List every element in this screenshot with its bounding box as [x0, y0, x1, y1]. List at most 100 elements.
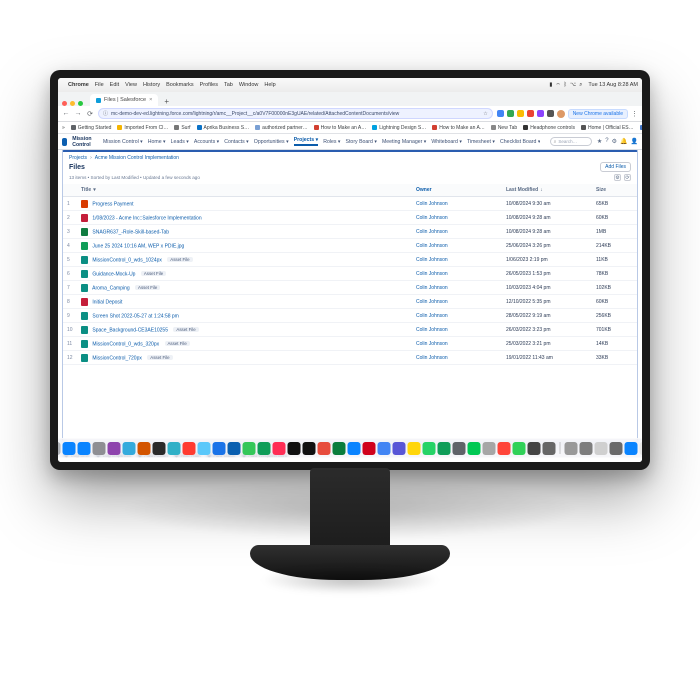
dock-app-icon[interactable] — [408, 442, 421, 455]
table-row[interactable]: 5 MissionControl_0_wds_1024px Asset File… — [63, 253, 637, 267]
mac-menu-item[interactable]: Window — [239, 82, 259, 88]
nav-tab-contacts[interactable]: Contacts ▾ — [224, 139, 249, 145]
file-title-link[interactable]: June 25 2024 10:16 AM, WEP x PDIE.jpg — [92, 243, 184, 249]
file-title-cell[interactable]: MissionControl_0_wds_320px Asset File — [77, 337, 412, 351]
nav-tab-roles[interactable]: Roles ▾ — [323, 139, 340, 145]
dock-app-icon[interactable] — [348, 442, 361, 455]
table-row[interactable]: 4 June 25 2024 10:16 AM, WEP x PDIE.jpg … — [63, 239, 637, 253]
extension-icon[interactable] — [517, 110, 524, 117]
notifications-bell-icon[interactable]: 🔔 — [620, 138, 627, 145]
bookmark-item[interactable]: Getting Started — [71, 125, 112, 131]
file-owner-link[interactable]: Colin Johnson — [412, 309, 502, 323]
extension-icon[interactable] — [507, 110, 514, 117]
spotlight-icon[interactable]: ⌕ — [579, 82, 582, 89]
nav-tab-opportunities[interactable]: Opportunities ▾ — [254, 139, 289, 145]
bookmarks-overflow[interactable]: » — [62, 125, 65, 131]
file-title-link[interactable]: MissionControl_720px — [92, 355, 141, 361]
bookmark-star-icon[interactable]: ☆ — [483, 111, 487, 117]
bookmark-item[interactable]: Aprika Business S… — [197, 125, 250, 131]
dock-app-icon[interactable] — [288, 442, 301, 455]
user-avatar-icon[interactable]: 👤 — [631, 138, 638, 145]
file-title-cell[interactable]: Initial Deposit — [77, 295, 412, 309]
file-title-link[interactable]: Initial Deposit — [92, 299, 122, 305]
new-tab-button[interactable]: + — [161, 97, 172, 106]
nav-tab-accounts[interactable]: Accounts ▾ — [194, 139, 219, 145]
list-refresh-icon[interactable]: ⟳ — [624, 174, 631, 181]
file-title-cell[interactable]: SNAGR637_-Role-Skill-based-Tab — [77, 225, 412, 239]
mac-menu-item[interactable]: View — [125, 82, 137, 88]
site-info-icon[interactable]: ⓘ — [103, 110, 108, 117]
mac-menu-item[interactable]: Profiles — [200, 82, 218, 88]
dock-app-icon[interactable] — [513, 442, 526, 455]
dock-app-icon[interactable] — [363, 442, 376, 455]
dock-app-icon[interactable] — [138, 442, 151, 455]
table-row[interactable]: 3 SNAGR637_-Role-Skill-based-Tab Colin J… — [63, 225, 637, 239]
col-size[interactable]: Size — [592, 184, 637, 197]
table-row[interactable]: 10 Space_Background-CE3AE10255 Asset Fil… — [63, 323, 637, 337]
nav-tab-leads[interactable]: Leads ▾ — [171, 139, 189, 145]
dock-app-icon[interactable] — [258, 442, 271, 455]
bookmark-item[interactable]: How to Make an A… — [432, 125, 485, 131]
file-owner-link[interactable]: Colin Johnson — [412, 239, 502, 253]
file-owner-link[interactable]: Colin Johnson — [412, 337, 502, 351]
file-owner-link[interactable]: Colin Johnson — [412, 323, 502, 337]
dock-app-icon[interactable] — [58, 442, 61, 455]
mac-menu-item[interactable]: File — [95, 82, 104, 88]
file-title-link[interactable]: Screen Shot 2022-05-27 at 1:24:58 pm — [92, 313, 178, 319]
file-title-cell[interactable]: Aroma_Camping Asset File — [77, 281, 412, 295]
file-title-link[interactable]: Aroma_Camping — [92, 285, 130, 291]
table-row[interactable]: 2 1/08/2023 - Acme Inc::Salesforce Imple… — [63, 211, 637, 225]
nav-tab-home[interactable]: Home ▾ — [148, 139, 166, 145]
file-owner-link[interactable]: Colin Johnson — [412, 281, 502, 295]
table-row[interactable]: 11 MissionControl_0_wds_320px Asset File… — [63, 337, 637, 351]
control-center-icon[interactable]: ⌥ — [570, 82, 576, 88]
file-title-link[interactable]: Space_Background-CE3AE10255 — [92, 327, 168, 333]
nav-tab-whiteboard[interactable]: Whiteboard ▾ — [431, 139, 462, 145]
dock-app-icon[interactable] — [453, 442, 466, 455]
dock-app-icon[interactable] — [423, 442, 436, 455]
bookmark-item[interactable]: Lightning Design S… — [372, 125, 426, 131]
file-title-cell[interactable]: Guidance-Mock-Up Asset File — [77, 267, 412, 281]
nav-tab-meeting-manager[interactable]: Meeting Manager ▾ — [382, 139, 426, 145]
dock-app-icon[interactable] — [625, 442, 638, 455]
file-title-link[interactable]: MissionControl_0_wds_1024px — [92, 257, 162, 263]
mac-menu-item[interactable]: Edit — [110, 82, 119, 88]
dock-app-icon[interactable] — [93, 442, 106, 455]
mac-menu-item[interactable]: Tab — [224, 82, 233, 88]
global-search-input[interactable]: ⌕ Search… — [550, 137, 592, 146]
favorites-icon[interactable]: ★ — [597, 138, 602, 145]
table-row[interactable]: 8 Initial Deposit Colin Johnson 12/10/20… — [63, 295, 637, 309]
dock-app-icon[interactable] — [393, 442, 406, 455]
table-row[interactable]: 1 Progress Payment Colin Johnson 10/08/2… — [63, 197, 637, 211]
dock-app-icon[interactable] — [183, 442, 196, 455]
file-owner-link[interactable]: Colin Johnson — [412, 253, 502, 267]
dock-app-icon[interactable] — [123, 442, 136, 455]
bookmark-item[interactable]: Login – AIAE — [640, 125, 642, 131]
dock-app-icon[interactable] — [318, 442, 331, 455]
dock-app-icon[interactable] — [543, 442, 556, 455]
list-settings-icon[interactable]: ⚙ — [614, 174, 621, 181]
file-title-link[interactable]: SNAGR637_-Role-Skill-based-Tab — [92, 229, 169, 235]
dock-app-icon[interactable] — [333, 442, 346, 455]
nav-tab-projects[interactable]: Projects ▾ — [294, 137, 319, 146]
table-row[interactable]: 9 Screen Shot 2022-05-27 at 1:24:58 pm C… — [63, 309, 637, 323]
mac-menu-item[interactable]: Help — [264, 82, 275, 88]
reload-button[interactable]: ⟳ — [86, 110, 94, 118]
file-title-cell[interactable]: MissionControl_720px Asset File — [77, 351, 412, 365]
bookmark-item[interactable]: authorized partner… — [255, 125, 308, 131]
nav-tab-mission-control[interactable]: Mission Control ▾ — [103, 139, 143, 145]
file-owner-link[interactable]: Colin Johnson — [412, 211, 502, 225]
dock-app-icon[interactable] — [580, 442, 593, 455]
extension-icon[interactable] — [527, 110, 534, 117]
extensions-puzzle-icon[interactable] — [547, 110, 554, 117]
file-title-cell[interactable]: 1/08/2023 - Acme Inc::Salesforce Impleme… — [77, 211, 412, 225]
table-row[interactable]: 7 Aroma_Camping Asset File Colin Johnson… — [63, 281, 637, 295]
file-owner-link[interactable]: Colin Johnson — [412, 351, 502, 365]
dock-app-icon[interactable] — [438, 442, 451, 455]
bookmark-item[interactable]: Imported From Cl… — [117, 125, 168, 131]
dock-app-icon[interactable] — [243, 442, 256, 455]
mac-menu-item[interactable]: Chrome — [68, 82, 89, 88]
settings-gear-icon[interactable]: ⚙ — [612, 138, 617, 145]
dock-app-icon[interactable] — [483, 442, 496, 455]
col-owner[interactable]: Owner — [412, 184, 502, 197]
